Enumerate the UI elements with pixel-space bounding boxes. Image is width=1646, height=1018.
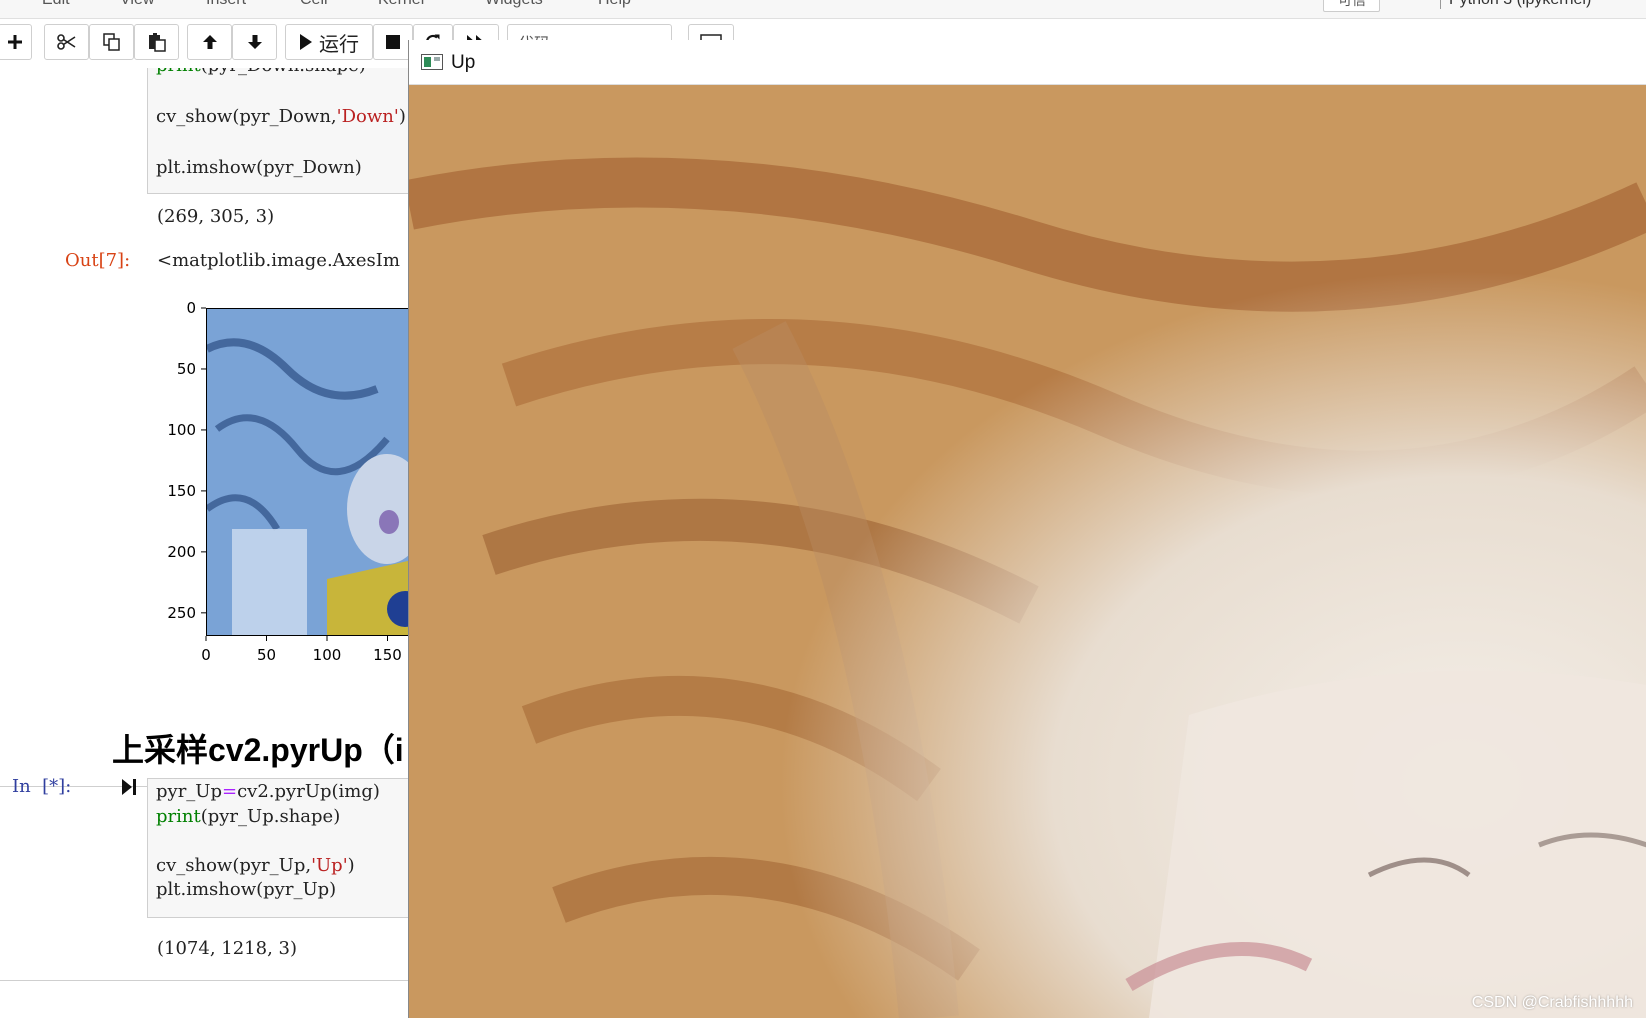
arrow-down-icon — [247, 35, 262, 49]
code-line: cv_show(pyr_Up,'Up') — [156, 855, 355, 876]
menu-cell[interactable]: Cell — [300, 0, 328, 9]
cut-button[interactable] — [44, 24, 89, 60]
window-titlebar[interactable]: Up — [409, 40, 1646, 85]
code-token: 'Up' — [311, 855, 348, 876]
menu-view[interactable]: View — [120, 0, 154, 9]
y-tick-label: 250 — [167, 604, 196, 622]
menu-edit[interactable]: Edit — [42, 0, 70, 9]
trusted-label: 可信 — [1338, 0, 1366, 8]
pyr-down-image — [206, 308, 410, 636]
x-tick-label: 100 — [313, 646, 342, 664]
kernel-name[interactable]: Python 3 (ipykernel) — [1440, 0, 1591, 9]
menu-widgets[interactable]: Widgets — [485, 0, 543, 9]
menu-insert[interactable]: Insert — [206, 0, 246, 9]
code-token: cv2.pyrUp(img) — [237, 781, 380, 802]
x-tick-label: 0 — [201, 646, 211, 664]
y-tick-label: 200 — [167, 543, 196, 561]
image-window-up[interactable]: Up CSDN @Crabfishhhhh — [408, 40, 1646, 1018]
trusted-badge[interactable]: 可信 — [1323, 0, 1380, 12]
menu-kernel[interactable]: Kernel — [378, 0, 424, 9]
scissors-icon — [56, 34, 75, 50]
menubar: Edit View Insert Cell Kernel Widgets Hel… — [0, 0, 1646, 19]
y-tick-label: 100 — [167, 421, 196, 439]
window-title: Up — [451, 52, 476, 73]
code-token: ) — [347, 855, 355, 876]
run-cell-icon[interactable] — [121, 778, 137, 801]
copy-icon — [102, 33, 120, 51]
app-window-icon — [421, 54, 443, 75]
code-token: pyr_Up — [156, 781, 222, 802]
watermark-text: CSDN @Crabfishhhhh — [1471, 994, 1633, 1011]
upsampled-cat-image: CSDN @Crabfishhhhh — [409, 85, 1646, 1018]
move-up-button[interactable] — [187, 24, 232, 60]
arrow-up-icon — [202, 35, 217, 49]
insert-cell-button[interactable] — [0, 24, 32, 60]
copy-button[interactable] — [89, 24, 134, 60]
y-tick-label: 150 — [167, 482, 196, 500]
x-tick-label: 150 — [373, 646, 402, 664]
run-button[interactable]: 运行 — [285, 24, 373, 60]
paste-button[interactable] — [134, 24, 179, 60]
code-line: plt.imshow(pyr_Up) — [156, 879, 337, 900]
code-token: (pyr_Up.shape) — [200, 806, 341, 827]
code-token: cv_show(pyr_Up, — [156, 855, 312, 876]
plus-icon — [8, 35, 22, 49]
code-token: print — [156, 806, 201, 827]
play-icon — [300, 34, 312, 50]
stop-icon — [386, 35, 400, 49]
menu-help[interactable]: Help — [598, 0, 631, 9]
notebook-area: print(pyr_Down.shape) cv_show(pyr_Down,'… — [0, 68, 410, 1018]
y-tick-label: 50 — [177, 360, 196, 378]
x-tick-label: 50 — [257, 646, 276, 664]
interrupt-button[interactable] — [373, 24, 413, 60]
run-label: 运行 — [319, 33, 359, 56]
section-heading: 上采样cv2.pyrUp（i — [112, 732, 404, 768]
y-tick-label: 0 — [186, 299, 196, 317]
move-down-button[interactable] — [232, 24, 277, 60]
code-line: print(pyr_Up.shape) — [156, 806, 340, 827]
code-cell-current[interactable]: pyr_Up=cv2.pyrUp(img) print(pyr_Up.shape… — [147, 778, 410, 918]
code-token: = — [222, 781, 238, 802]
in-prompt: In [*]: — [12, 776, 72, 797]
paste-icon — [148, 33, 166, 52]
current-cell-stdout: (1074, 1218, 3) — [157, 938, 298, 959]
cell-separator — [0, 980, 410, 981]
code-line: pyr_Up=cv2.pyrUp(img) — [156, 781, 380, 802]
